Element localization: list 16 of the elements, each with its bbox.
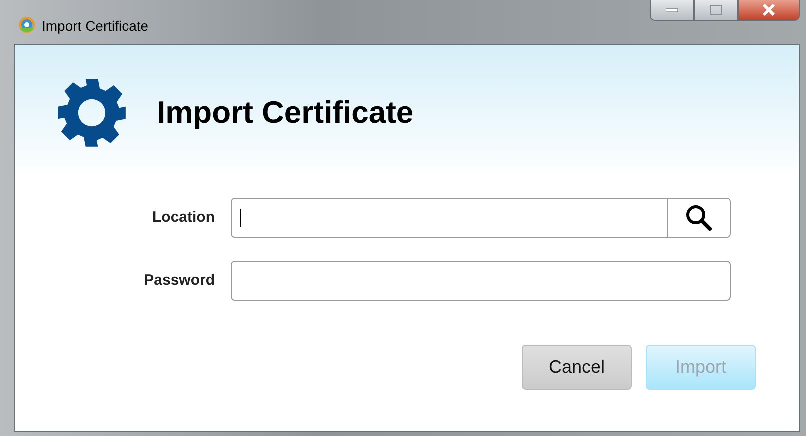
maximize-icon <box>710 5 722 15</box>
close-icon <box>762 4 776 16</box>
close-button[interactable] <box>738 0 800 21</box>
window-title: Import Certificate <box>42 17 149 36</box>
app-icon <box>18 16 36 34</box>
minimize-button[interactable] <box>650 0 694 21</box>
location-field[interactable] <box>231 198 731 238</box>
search-icon <box>685 204 713 232</box>
password-field[interactable] <box>231 261 731 301</box>
field-label: Password <box>143 270 216 291</box>
minimize-icon <box>666 8 678 12</box>
dialog-heading: Import Certificate <box>157 94 414 132</box>
cancel-button[interactable]: Cancel <box>522 345 632 390</box>
search-button[interactable] <box>667 199 730 237</box>
field-label: Location <box>152 208 216 228</box>
maximize-button[interactable] <box>694 0 738 21</box>
